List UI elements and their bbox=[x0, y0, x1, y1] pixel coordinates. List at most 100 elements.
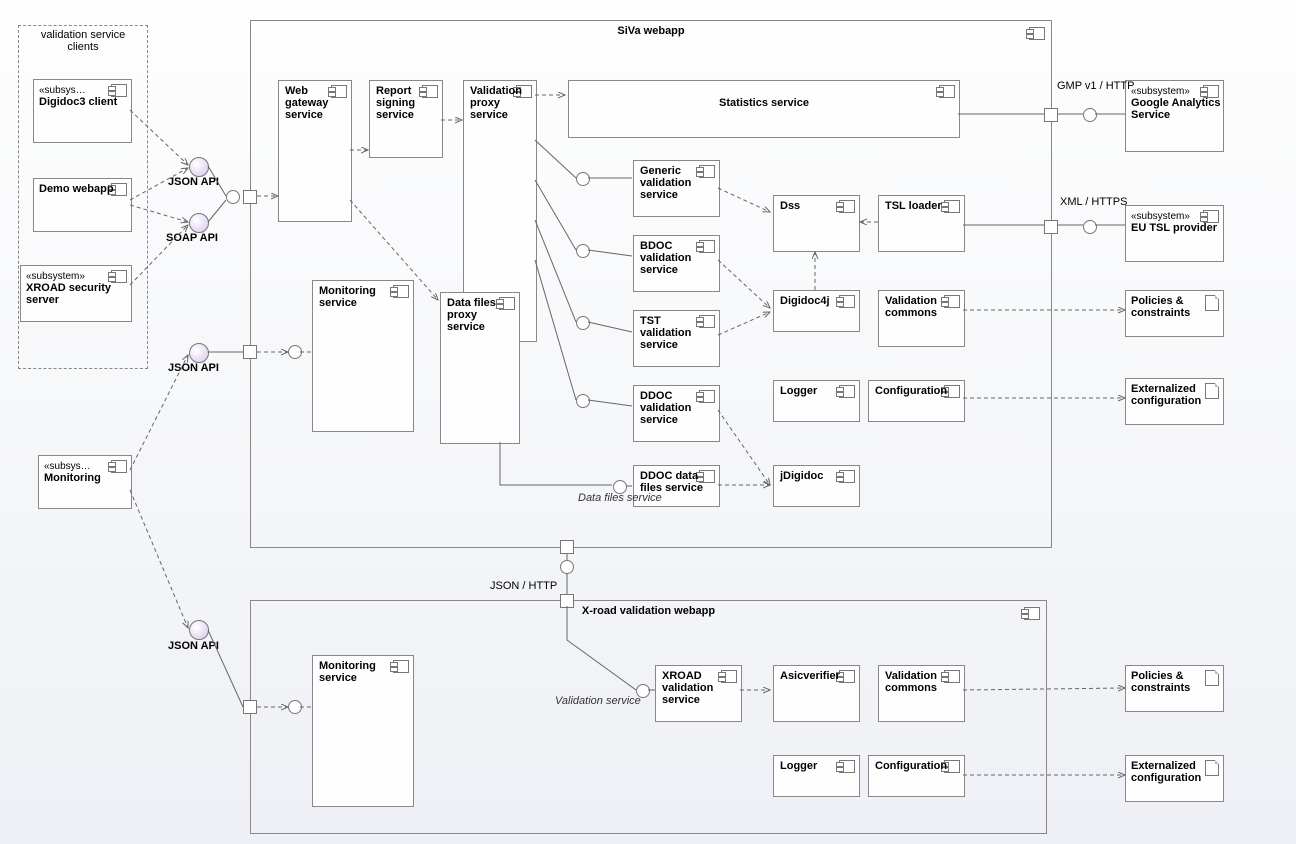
label: Externalized configuration bbox=[1131, 760, 1207, 784]
component-icon bbox=[839, 760, 855, 773]
label: Dss bbox=[780, 200, 800, 212]
stereo: «subsystem» bbox=[1131, 86, 1190, 97]
component-icon bbox=[393, 660, 409, 673]
label: Google Analytics Service bbox=[1131, 97, 1220, 121]
xroad-title: X-road validation webapp bbox=[251, 605, 1046, 617]
ball-bdoc bbox=[576, 244, 590, 258]
note-icon bbox=[1205, 760, 1219, 776]
label: Monitoring service bbox=[319, 285, 389, 309]
label: Generic validation service bbox=[640, 165, 700, 201]
ball-xroad-val bbox=[636, 684, 650, 698]
label: Configuration bbox=[875, 385, 947, 397]
ball-eutsl bbox=[1083, 220, 1097, 234]
label: DDOC data files service bbox=[640, 470, 704, 494]
xroad-policies-constraints: Policies & constraints bbox=[1125, 665, 1224, 712]
label: BDOC validation service bbox=[640, 240, 700, 276]
label: Asicverifier bbox=[780, 670, 840, 682]
json-api-ball-2 bbox=[189, 343, 209, 363]
demo-webapp: Demo webapp bbox=[33, 178, 132, 232]
ball-xroad-mon bbox=[288, 700, 302, 714]
port-xroad-mon bbox=[243, 700, 257, 714]
monitoring-client: «subsys… Monitoring bbox=[38, 455, 132, 509]
json-api-ball-3 bbox=[189, 620, 209, 640]
ddoc-validation-service: DDOC validation service bbox=[633, 385, 720, 442]
component-icon bbox=[944, 295, 960, 308]
label: Logger bbox=[780, 760, 817, 772]
component-icon bbox=[944, 200, 960, 213]
stereo: «subsys… bbox=[44, 461, 91, 472]
siva-title: SiVa webapp bbox=[251, 25, 1051, 37]
label: TST validation service bbox=[640, 315, 700, 351]
generic-validation-service: Generic validation service bbox=[633, 160, 720, 217]
stereo: «subsystem» bbox=[26, 271, 85, 282]
port-tsl-out bbox=[1044, 220, 1058, 234]
ball-ddoc-files bbox=[613, 480, 627, 494]
note-icon bbox=[1205, 383, 1219, 399]
component-icon bbox=[699, 315, 715, 328]
siva-monitoring-service: Monitoring service bbox=[312, 280, 414, 432]
component-icon bbox=[393, 285, 409, 298]
component-icon bbox=[111, 460, 127, 473]
label: Report signing service bbox=[376, 85, 426, 121]
component-icon bbox=[839, 385, 855, 398]
digidoc4j: Digidoc4j bbox=[773, 290, 860, 332]
report-signing-service: Report signing service bbox=[369, 80, 443, 158]
label: Web gateway service bbox=[285, 85, 335, 121]
xroad-validation-commons: Validation commons bbox=[878, 665, 965, 722]
ball-json-http bbox=[560, 560, 574, 574]
soap-api-label: SOAP API bbox=[166, 232, 218, 244]
label: jDigidoc bbox=[780, 470, 823, 482]
siva-configuration: Configuration bbox=[868, 380, 965, 422]
validation-service-label: Validation service bbox=[555, 695, 641, 707]
json-api-ball-1 bbox=[189, 157, 209, 177]
port-siva-api bbox=[243, 190, 257, 204]
component-icon bbox=[699, 240, 715, 253]
label: DDOC validation service bbox=[640, 390, 700, 426]
label: Data files proxy service bbox=[447, 297, 507, 333]
label: Digidoc3 client bbox=[39, 96, 117, 108]
component-icon bbox=[839, 670, 855, 683]
label: Configuration bbox=[875, 760, 947, 772]
digidoc3-client: «subsys… Digidoc3 client bbox=[33, 79, 132, 143]
ball-tst bbox=[576, 316, 590, 330]
json-api-label-2: JSON API bbox=[168, 362, 219, 374]
siva-externalized-configuration: Externalized configuration bbox=[1125, 378, 1224, 425]
label: Validation commons bbox=[885, 295, 945, 319]
label: TSL loader bbox=[885, 200, 942, 212]
label: Policies & constraints bbox=[1131, 670, 1201, 694]
port-siva-south bbox=[560, 540, 574, 554]
ball-siva-api bbox=[226, 190, 240, 204]
label: Digidoc4j bbox=[780, 295, 830, 307]
json-api-label-1: JSON API bbox=[168, 176, 219, 188]
xml-label: XML / HTTPS bbox=[1060, 196, 1127, 208]
component-icon bbox=[721, 670, 737, 683]
label: Demo webapp bbox=[39, 183, 114, 195]
label: XROAD security server bbox=[26, 282, 111, 306]
component-icon bbox=[699, 165, 715, 178]
bdoc-validation-service: BDOC validation service bbox=[633, 235, 720, 292]
tst-validation-service: TST validation service bbox=[633, 310, 720, 367]
xroad-monitoring-service: Monitoring service bbox=[312, 655, 414, 807]
note-icon bbox=[1205, 295, 1219, 311]
ball-ddoc bbox=[576, 394, 590, 408]
siva-policies-constraints: Policies & constraints bbox=[1125, 290, 1224, 337]
siva-logger: Logger bbox=[773, 380, 860, 422]
component-icon bbox=[839, 295, 855, 308]
xroad-externalized-configuration: Externalized configuration bbox=[1125, 755, 1224, 802]
label: Monitoring service bbox=[319, 660, 389, 684]
label: Statistics service bbox=[569, 97, 959, 109]
ball-siva-mon bbox=[288, 345, 302, 359]
component-icon bbox=[944, 670, 960, 683]
port-stats-out bbox=[1044, 108, 1058, 122]
gmp-label: GMP v1 / HTTP bbox=[1057, 80, 1134, 92]
google-analytics-service: «subsystem» Google Analytics Service bbox=[1125, 80, 1224, 152]
xroad-validation-service: XROAD validation service bbox=[655, 665, 742, 722]
label: Externalized configuration bbox=[1131, 383, 1207, 407]
xroad-security-server: «subsystem» XROAD security server bbox=[20, 265, 132, 322]
asicverifier: Asicverifier bbox=[773, 665, 860, 722]
json-api-label-3: JSON API bbox=[168, 640, 219, 652]
port-xroad-north bbox=[560, 594, 574, 608]
xroad-logger: Logger bbox=[773, 755, 860, 797]
jdigidoc: jDigidoc bbox=[773, 465, 860, 507]
ball-ga bbox=[1083, 108, 1097, 122]
